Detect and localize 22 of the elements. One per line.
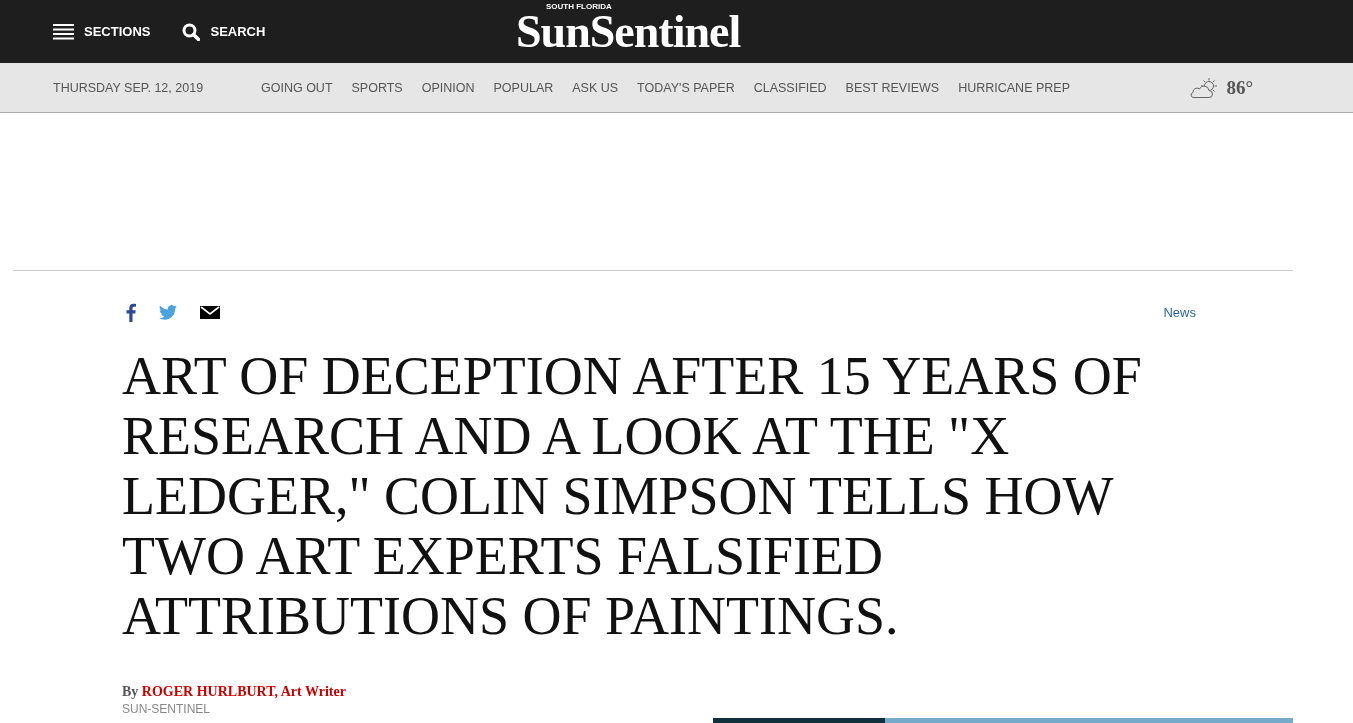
menu-icon [53, 23, 74, 40]
search-icon [182, 22, 201, 41]
nav-link[interactable]: ASK US [572, 80, 619, 95]
nav-link[interactable]: CLASSIFIED [753, 80, 827, 95]
nav-link[interactable]: OPINION [421, 80, 475, 95]
category-link[interactable]: News [1163, 304, 1196, 320]
facebook-share-link[interactable] [126, 302, 136, 322]
byline: By ROGER HURLBURT, Art Writer [122, 684, 347, 700]
article-headline: ART OF DECEPTION AFTER 15 YEARS OF RESEARCH AND A LOOK AT THE "X LEDGER," COLIN SIMPSON TELLS HOW TWO ART EXPERTS FALSIFIED ATTRIBUTIONS OF PAINTINGS. [122, 346, 1143, 646]
nav-link[interactable]: BEST REVIEWS [845, 80, 940, 95]
search-button[interactable]: SEARCH [182, 22, 266, 41]
nav-link[interactable]: SPORTS [351, 80, 403, 95]
temperature-label: 86° [1226, 76, 1253, 99]
source-label: SUN-SENTINEL [122, 702, 211, 716]
nav-link[interactable]: HURRICANE PREP [958, 80, 1070, 95]
sections-button[interactable]: SECTIONS [53, 22, 151, 41]
nav-link[interactable]: GOING OUT [261, 80, 333, 95]
twitter-share-link[interactable] [159, 304, 177, 320]
nav-link[interactable]: POPULAR [493, 80, 554, 95]
email-share-link[interactable] [200, 305, 220, 319]
date-label: THURSDAY SEP. 12, 2019 [53, 80, 205, 95]
nav-link[interactable]: TODAY'S PAPER [637, 80, 735, 95]
